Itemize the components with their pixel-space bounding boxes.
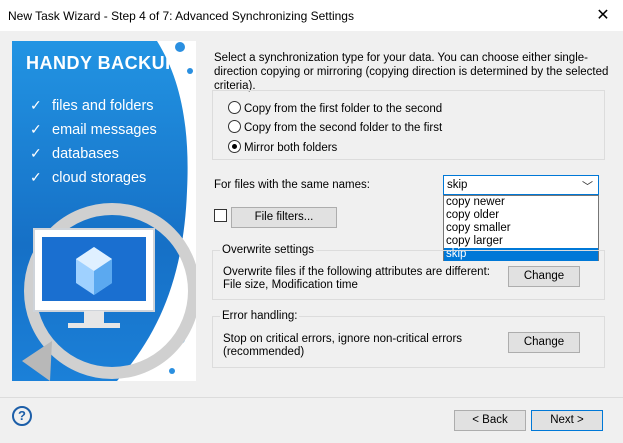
dropdown-option[interactable]: copy newer xyxy=(444,196,598,209)
file-filters-button[interactable]: File filters... xyxy=(231,207,337,228)
error-handling-line-2: (recommended) xyxy=(223,346,305,358)
overwrite-line-2: File size, Modification time xyxy=(223,279,358,291)
same-names-select[interactable]: skip ﹀ xyxy=(443,175,599,195)
brand-title: HANDY BACKUP xyxy=(26,53,178,73)
check-icon: ✓ xyxy=(30,121,42,137)
close-icon: ✕ xyxy=(596,7,610,24)
close-button[interactable]: ✕ xyxy=(583,0,623,31)
banner-artwork xyxy=(12,41,196,381)
back-button[interactable]: < Back xyxy=(454,410,526,431)
error-handling-change-button[interactable]: Change xyxy=(508,332,580,353)
help-icon[interactable]: ? xyxy=(12,406,32,426)
feature-item: ✓ files and folders xyxy=(30,97,154,114)
radio-button[interactable] xyxy=(228,120,241,134)
dropdown-option[interactable]: copy older xyxy=(444,209,598,222)
same-names-value: skip xyxy=(447,179,468,191)
same-names-label: For files with the same names: xyxy=(214,179,370,191)
next-button[interactable]: Next > xyxy=(531,410,603,431)
window-title: New Task Wizard - Step 4 of 7: Advanced … xyxy=(8,9,354,23)
radio-copy-second-to-first[interactable]: Copy from the second folder to the first xyxy=(228,120,442,137)
feature-item: ✓ email messages xyxy=(30,121,157,138)
feature-item: ✓ cloud storages xyxy=(30,169,147,186)
radio-mirror-both[interactable]: Mirror both folders xyxy=(228,140,337,157)
error-handling-title: Error handling: xyxy=(220,310,300,322)
dropdown-option[interactable]: copy larger xyxy=(444,235,598,248)
check-icon: ✓ xyxy=(30,169,42,185)
dropdown-option[interactable]: copy smaller xyxy=(444,222,598,235)
radio-button[interactable] xyxy=(228,140,241,154)
file-filters-checkbox[interactable] xyxy=(214,209,227,222)
radio-button[interactable] xyxy=(228,101,241,115)
description-text: Select a synchronization type for your d… xyxy=(214,52,609,92)
handy-backup-banner: HANDY BACKUP ✓ files and folders ✓ email m… xyxy=(12,41,196,381)
title-bar: New Task Wizard - Step 4 of 7: Advanced … xyxy=(0,0,623,31)
radio-copy-first-to-second[interactable]: Copy from the first folder to the second xyxy=(228,101,442,118)
wizard-footer xyxy=(0,397,623,443)
error-handling-line-1: Stop on critical errors, ignore non-crit… xyxy=(223,333,463,345)
check-icon: ✓ xyxy=(30,97,42,113)
feature-item: ✓ databases xyxy=(30,145,119,162)
overwrite-change-button[interactable]: Change xyxy=(508,266,580,287)
check-icon: ✓ xyxy=(30,145,42,161)
overwrite-settings-title: Overwrite settings xyxy=(220,244,317,256)
chevron-down-icon[interactable]: ﹀ xyxy=(582,178,593,194)
overwrite-line-1: Overwrite files if the following attribu… xyxy=(223,266,490,278)
